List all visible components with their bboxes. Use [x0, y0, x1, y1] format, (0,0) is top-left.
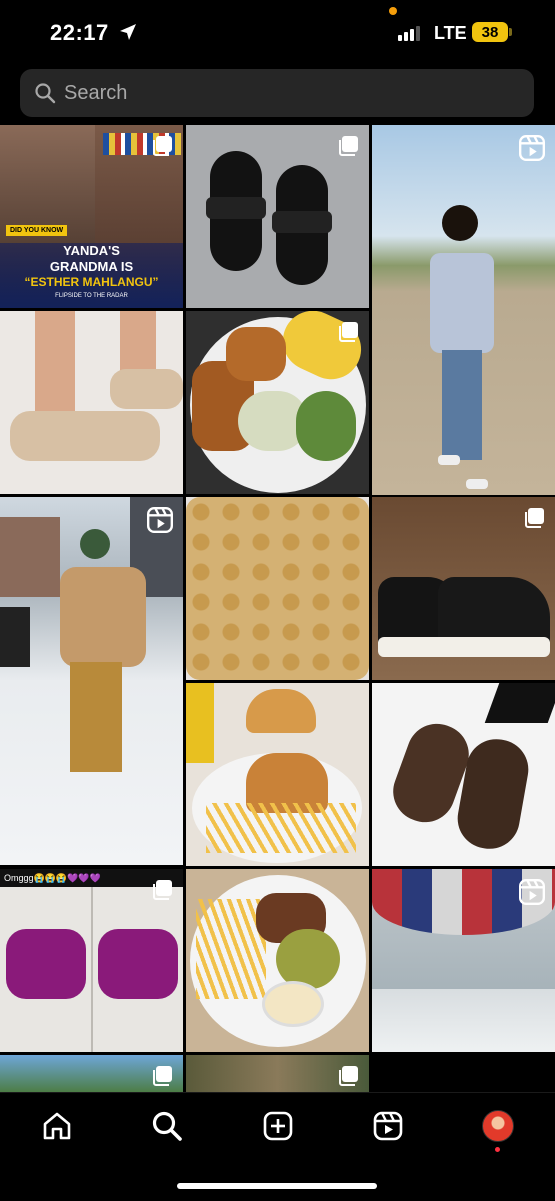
post-landscape[interactable]: [0, 1055, 183, 1092]
multiple-photos-icon: [339, 1066, 358, 1086]
post-burger-fries[interactable]: [186, 683, 369, 866]
post-moschino-slides[interactable]: [372, 683, 555, 866]
avatar: [482, 1110, 514, 1142]
reels-icon: [519, 879, 545, 905]
post-chicken-plate[interactable]: [186, 311, 369, 494]
post-purple-slippers[interactable]: Omggg😭😭😭💜💜💜: [0, 869, 183, 1052]
explore-grid: DID YOU KNOW YANDA'S GRANDMA IS “ESTHER …: [0, 125, 555, 1092]
search-placeholder: Search: [64, 81, 128, 104]
clock: 22:17: [50, 20, 109, 45]
post-parasailing[interactable]: [372, 869, 555, 1052]
notification-dot: [495, 1147, 500, 1152]
location-arrow-icon: [120, 24, 136, 40]
post-forest[interactable]: [186, 1055, 369, 1092]
create-post-icon: [263, 1111, 293, 1141]
post-steak-fries[interactable]: [186, 869, 369, 1052]
home-icon: [43, 1112, 71, 1140]
signal-bars-icon: [398, 25, 420, 41]
nav-home[interactable]: [40, 1109, 74, 1143]
post-yanda-grandma[interactable]: DID YOU KNOW YANDA'S GRANDMA IS “ESTHER …: [0, 125, 183, 308]
search-icon: [152, 1111, 182, 1141]
search-icon: [35, 83, 56, 104]
status-bar: 22:17 LTE 38: [0, 0, 555, 66]
post-headline-3: “ESTHER MAHLANGU”: [24, 275, 159, 289]
post-footer: FLIPSIDE TO THE RADAR: [55, 293, 128, 299]
multiple-photos-icon: [153, 1066, 172, 1086]
post-cookies-bowl[interactable]: [186, 497, 369, 680]
multiple-photos-icon: [339, 136, 358, 156]
post-tag: DID YOU KNOW: [6, 225, 68, 236]
home-indicator: [177, 1183, 377, 1189]
battery-indicator: 38: [472, 22, 512, 42]
nav-profile[interactable]: [481, 1109, 515, 1143]
network-type: LTE: [434, 23, 467, 43]
post-headline-1: YANDA'S: [63, 243, 120, 258]
multiple-photos-icon: [153, 880, 172, 900]
nav-search[interactable]: [150, 1109, 184, 1143]
post-black-sandals[interactable]: [186, 125, 369, 308]
reels-icon: [519, 135, 545, 161]
nav-reels[interactable]: [371, 1109, 405, 1143]
privacy-indicator: [389, 7, 397, 15]
multiple-photos-icon: [525, 508, 544, 528]
reels-icon: [147, 507, 173, 533]
post-girl-in-snow[interactable]: [0, 497, 183, 865]
multiple-photos-icon: [339, 322, 358, 342]
post-caption: Omggg😭😭😭💜💜💜: [4, 873, 101, 883]
nav-create[interactable]: [261, 1109, 295, 1143]
post-headline-2: GRANDMA IS: [49, 259, 134, 274]
reels-icon: [373, 1111, 403, 1141]
post-moschino-sneakers[interactable]: [372, 497, 555, 680]
post-man-standing[interactable]: [372, 125, 555, 495]
multiple-photos-icon: [153, 136, 172, 156]
search-input[interactable]: Search: [20, 69, 534, 117]
post-beige-sandals[interactable]: [0, 311, 183, 494]
